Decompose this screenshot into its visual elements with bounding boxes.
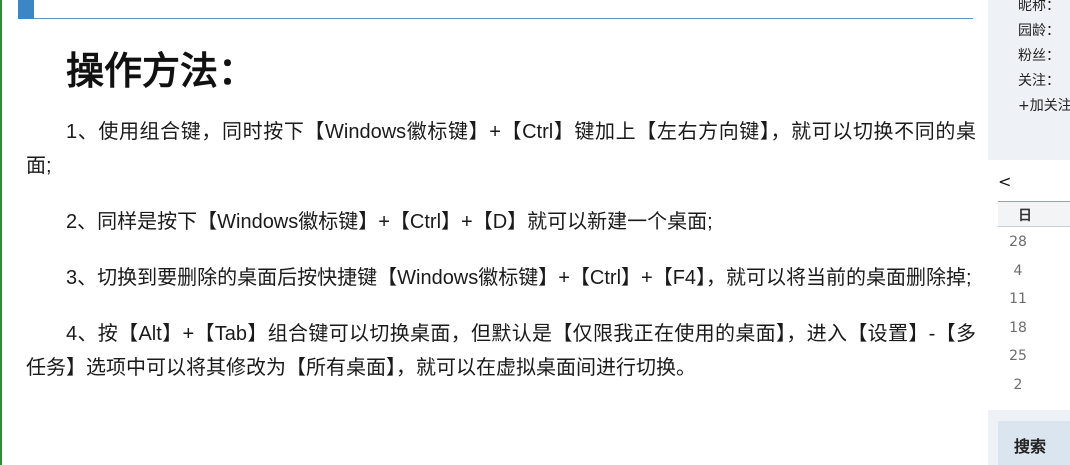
calendar-day[interactable]: 18: [998, 314, 1038, 343]
step-paragraph-3: 3、切换到要删除的桌面后按快捷键【Windows徽标键】+【Ctrl】+【F4】…: [66, 267, 972, 289]
section-header-accent: [18, 0, 34, 19]
article-body: 操作方法： 1、使用组合键，同时按下【Windows徽标键】+【Ctrl】键加上…: [26, 40, 976, 385]
calendar-day-column: 28 4 11 18 25 2: [998, 228, 1038, 399]
following-label[interactable]: 关注：: [1018, 69, 1070, 94]
section-header-underline: [34, 18, 973, 19]
weekday-sunday: 日: [1018, 208, 1032, 224]
step-paragraph-1: 1、使用组合键，同时按下【Windows徽标键】+【Ctrl】键加上【左右方向键…: [26, 121, 976, 177]
nickname-label: 昵称：: [1018, 0, 1060, 14]
fans-label[interactable]: 粉丝：: [1018, 44, 1070, 69]
calendar-day[interactable]: 4: [998, 257, 1038, 286]
calendar-prev-month-button[interactable]: <: [998, 172, 1011, 191]
blog-age-label: 园龄：: [1018, 23, 1060, 39]
calendar-day[interactable]: 2: [998, 371, 1038, 400]
step-paragraph-4: 4、按【Alt】+【Tab】组合键可以切换桌面，但默认是【仅限我正在使用的桌面】…: [26, 323, 976, 379]
calendar: < 日 28 4 11 18 25 2: [988, 160, 1070, 410]
search-panel-header: 搜索: [998, 421, 1070, 465]
left-border: [0, 0, 2, 465]
step-paragraph-2: 2、同样是按下【Windows徽标键】+【Ctrl】+【D】就可以新建一个桌面;: [66, 211, 713, 233]
section-heading: 操作方法：: [66, 49, 257, 93]
calendar-day[interactable]: 25: [998, 342, 1038, 371]
search-title: 搜索: [1014, 437, 1047, 456]
calendar-day[interactable]: 11: [998, 285, 1038, 314]
calendar-day[interactable]: 28: [998, 228, 1038, 257]
right-sidebar: 昵称： 园龄： 粉丝： 关注： +加关注 < 日 28 4 11 18 25 2…: [988, 0, 1070, 465]
profile-info: 昵称： 园龄： 粉丝： 关注： +加关注: [1018, 0, 1070, 119]
add-follow-link[interactable]: +加关注: [1018, 94, 1070, 119]
calendar-weekday-header: 日: [998, 202, 1070, 227]
